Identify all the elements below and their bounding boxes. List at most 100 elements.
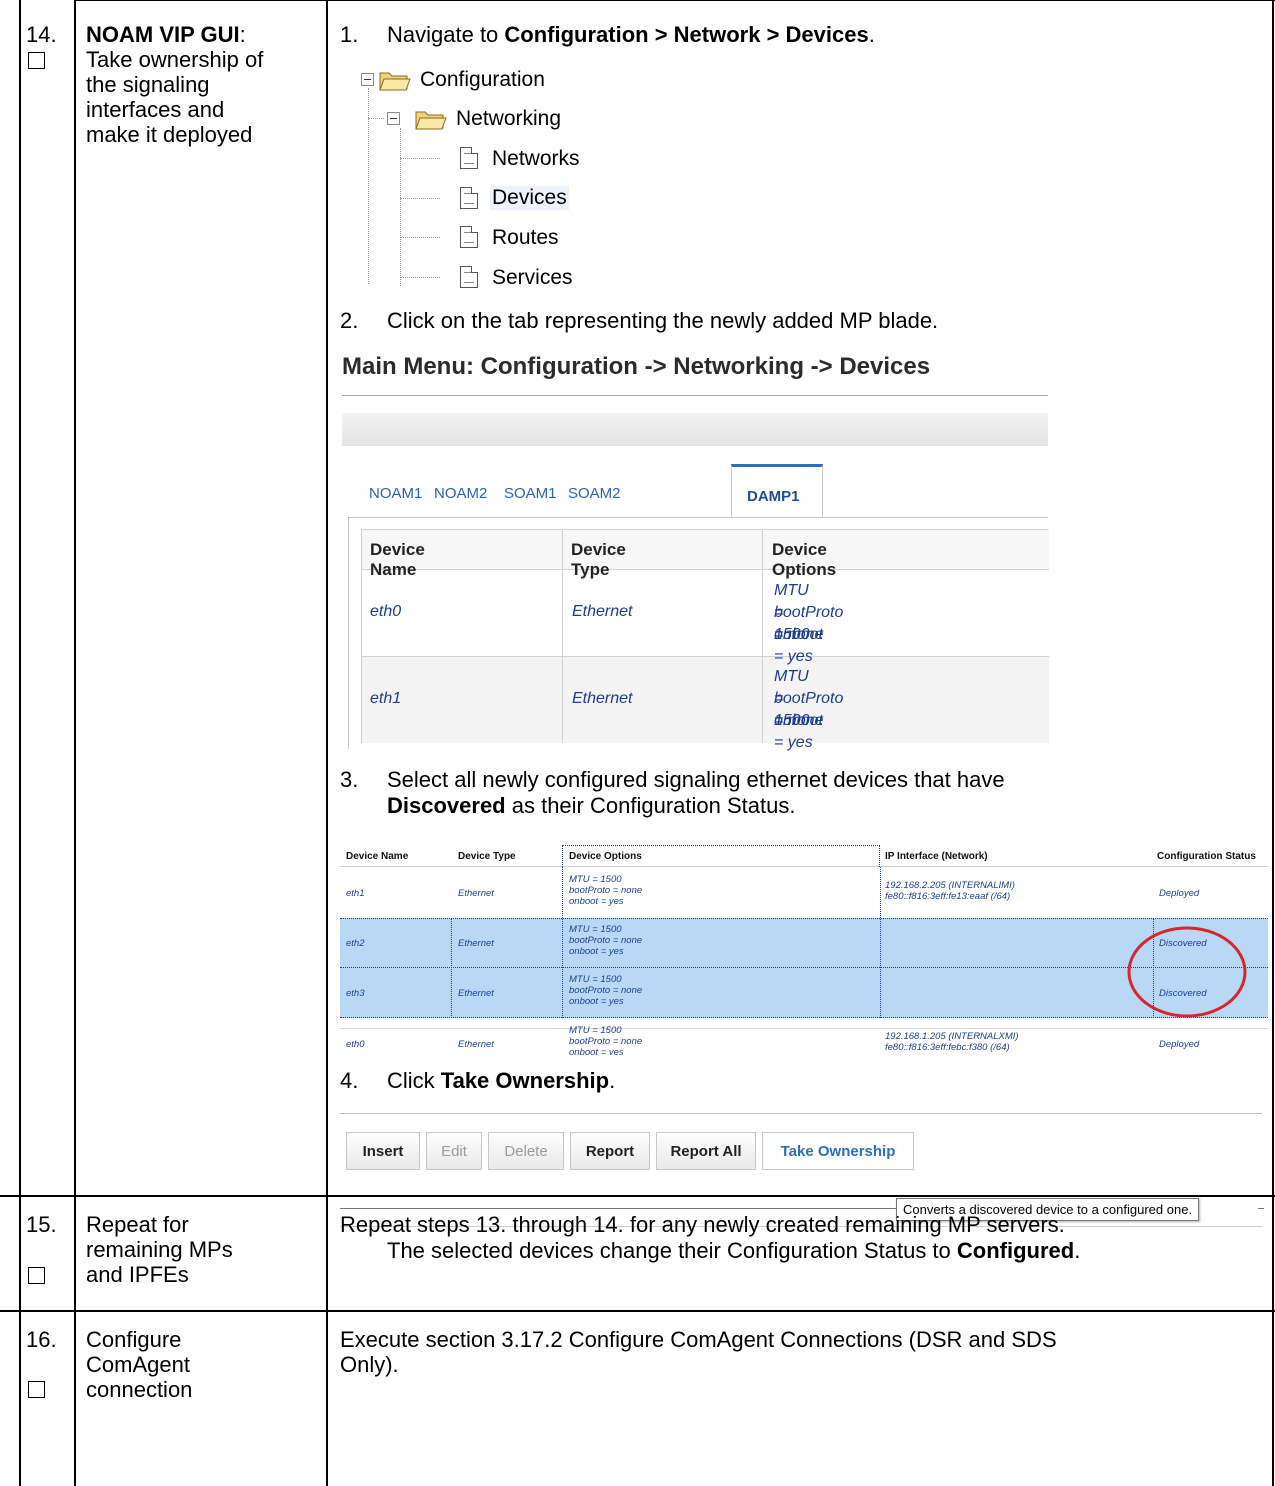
step-title-line: Repeat for — [86, 1212, 189, 1237]
device-option: onboot = yes — [774, 712, 823, 751]
step-title-line: interfaces and — [86, 97, 225, 122]
tree-item-devices[interactable]: Devices — [490, 186, 569, 210]
step-checkbox[interactable] — [28, 1381, 45, 1398]
device-option: onboot = yes — [569, 896, 624, 907]
tree-item-configuration[interactable]: Configuration — [420, 68, 545, 92]
col-border-right — [1272, 0, 1274, 1486]
step-title-line: the signaling — [86, 72, 210, 97]
col-border-step — [74, 0, 76, 1486]
page-icon — [460, 147, 478, 169]
report-button[interactable]: Report — [570, 1132, 650, 1170]
step-title-line: make it deployed — [86, 122, 253, 147]
row-divider-15 — [0, 1195, 1275, 1197]
folder-open-icon — [378, 68, 412, 92]
device-name[interactable]: eth0 — [370, 601, 401, 623]
device-name[interactable]: eth3 — [346, 988, 365, 999]
step-body: Only). — [340, 1352, 399, 1377]
device-option: onboot = yes — [774, 626, 823, 665]
step-title-line: ComAgent — [86, 1352, 190, 1377]
column-header[interactable]: IP Interface (Network) — [885, 851, 988, 862]
col-border-title — [326, 0, 328, 1486]
tree-item-services[interactable]: Services — [492, 266, 573, 290]
col-border-left — [19, 0, 21, 1486]
column-header[interactable]: Device Name — [346, 851, 408, 862]
step-title-line: Configure — [86, 1327, 182, 1352]
device-name[interactable]: eth0 — [346, 1039, 365, 1050]
device-option: MTU = 1500 — [569, 974, 622, 985]
toolbar-band — [342, 413, 1048, 446]
device-name[interactable]: eth1 — [346, 888, 365, 899]
row-divider-16 — [0, 1310, 1275, 1312]
step-body: Execute section 3.17.2 Configure ComAgen… — [340, 1327, 1057, 1352]
substep-text: Click on the tab representing the newly … — [387, 308, 939, 333]
tab-soam1[interactable]: SOAM1 — [504, 485, 557, 502]
step-checkbox[interactable] — [28, 52, 45, 69]
device-option: onboot = yes — [569, 946, 624, 957]
bar-rule — [340, 1208, 896, 1209]
tab-noam1[interactable]: NOAM1 — [369, 485, 422, 502]
ip-interface: 192.168.1.205 (INTERNALXMI) — [885, 1031, 1019, 1042]
tab-soam2[interactable]: SOAM2 — [568, 485, 621, 502]
column-header[interactable]: Device Options — [772, 540, 836, 580]
title-rule — [342, 395, 1048, 396]
step-title: NOAM VIP GUI: — [86, 22, 246, 47]
tree-item-routes[interactable]: Routes — [492, 226, 559, 250]
step-number: 15. — [26, 1212, 57, 1237]
page-title: Main Menu: Configuration -> Networking -… — [342, 353, 931, 380]
device-option: bootProto = none — [569, 885, 643, 896]
substep-number: 4. — [340, 1068, 359, 1093]
tree-item-networking[interactable]: Networking — [456, 107, 561, 131]
result-emphasis: Configured — [956, 1238, 1075, 1263]
config-status: Deployed — [1159, 888, 1200, 899]
column-header[interactable]: Device Options — [569, 851, 642, 862]
row-divider — [340, 1028, 1268, 1029]
column-header[interactable]: Configuration Status — [1157, 851, 1256, 862]
column-header[interactable]: Device Type — [571, 540, 626, 580]
step-title-bold: NOAM VIP GUI — [86, 22, 240, 47]
action-emphasis: Take Ownership — [440, 1068, 610, 1093]
highlight-circle — [1127, 926, 1247, 1018]
substep-number: 2. — [340, 308, 359, 333]
step-title-line: remaining MPs — [86, 1237, 233, 1262]
column-header[interactable]: Device Type — [458, 851, 516, 862]
nav-path: Configuration > Network > Devices — [504, 22, 869, 47]
insert-button[interactable]: Insert — [346, 1132, 420, 1170]
device-option: onboot = yes — [569, 996, 624, 1007]
device-name[interactable]: eth1 — [370, 688, 401, 710]
device-type: Ethernet — [572, 690, 633, 707]
substep-text: Select all newly configured signaling et… — [387, 767, 1005, 792]
substep-text: Navigate to Configuration > Network > De… — [387, 22, 875, 47]
device-option: bootProto = none — [569, 985, 643, 996]
device-type: Ethernet — [458, 938, 494, 949]
device-name[interactable]: eth2 — [346, 938, 365, 949]
tab-damp1[interactable]: DAMP1 — [747, 488, 800, 505]
device-type: Ethernet — [572, 603, 633, 620]
device-type: Ethernet — [458, 888, 494, 899]
device-option: MTU = 1500 — [569, 874, 622, 885]
status-emphasis: Discovered — [387, 793, 506, 818]
step-checkbox[interactable] — [28, 1267, 45, 1284]
step-title-line: and IPFEs — [86, 1262, 189, 1287]
page-icon — [460, 187, 478, 209]
page-icon — [460, 266, 478, 288]
folder-open-icon — [414, 107, 448, 131]
step-body: Repeat steps 13. through 14. for any new… — [340, 1212, 1065, 1237]
column-header[interactable]: Device Name — [370, 540, 425, 580]
device-option: onboot = yes — [569, 1047, 624, 1055]
collapse-icon[interactable] — [361, 73, 374, 86]
ip-interface: fe80::f816:3eff:febc:f380 (/64) — [885, 1042, 1010, 1053]
collapse-icon[interactable] — [387, 112, 400, 125]
result-text: The selected devices change their Config… — [387, 1238, 1081, 1263]
bar-rule — [340, 1113, 1262, 1114]
step-number: 16. — [26, 1327, 57, 1352]
take-ownership-button[interactable]: Take Ownership — [762, 1132, 914, 1170]
substep-text: Click Take Ownership. — [387, 1068, 616, 1093]
bar-rule — [1258, 1208, 1264, 1209]
report-all-button[interactable]: Report All — [656, 1132, 756, 1170]
tree-item-networks[interactable]: Networks — [492, 147, 580, 171]
table-border-top — [76, 0, 1275, 1]
tab-noam2[interactable]: NOAM2 — [434, 485, 487, 502]
ip-interface: fe80::f816:3eff:fe13:eaaf (/64) — [885, 891, 1011, 902]
edit-button[interactable]: Edit — [426, 1132, 482, 1170]
delete-button[interactable]: Delete — [488, 1132, 564, 1170]
